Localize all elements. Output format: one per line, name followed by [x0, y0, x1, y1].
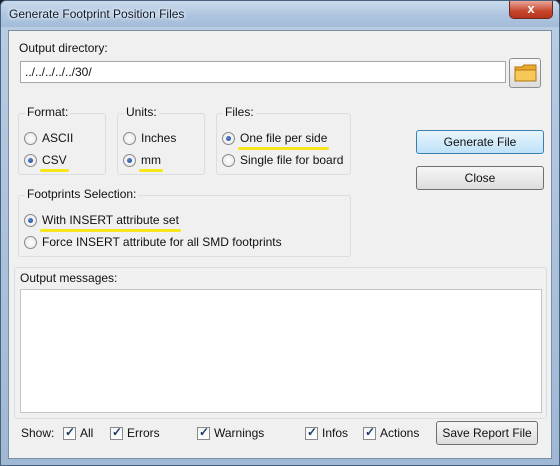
generate-file-button[interactable]: Generate File	[416, 130, 544, 154]
units-group: Units: Inches mm	[117, 105, 205, 175]
units-option-inches[interactable]: Inches	[123, 131, 176, 145]
infos-checkbox[interactable]	[305, 425, 318, 440]
window-title: Generate Footprint Position Files	[9, 7, 185, 21]
insert-attribute-label: With INSERT attribute set	[40, 213, 181, 232]
units-group-title: Units:	[124, 105, 159, 119]
mm-radio[interactable]	[123, 153, 136, 167]
all-checkbox[interactable]	[63, 425, 76, 440]
all-label: All	[80, 426, 94, 440]
single-file-label: Single file for board	[240, 153, 344, 167]
dialog-body: Output directory: ../../../../../30/ For…	[8, 30, 552, 459]
filter-all[interactable]: All	[63, 425, 94, 440]
mm-label: mm	[139, 153, 163, 172]
format-option-csv[interactable]: CSV	[24, 153, 69, 172]
title-bar[interactable]: Generate Footprint Position Files x	[1, 1, 559, 27]
inches-radio[interactable]	[123, 131, 136, 145]
csv-radio[interactable]	[24, 153, 37, 167]
force-insert-label: Force INSERT attribute for all SMD footp…	[42, 235, 282, 249]
infos-label: Infos	[322, 426, 349, 440]
warnings-checkbox[interactable]	[197, 425, 210, 440]
files-group-title: Files:	[223, 105, 256, 119]
actions-checkbox[interactable]	[363, 425, 376, 440]
errors-checkbox[interactable]	[110, 425, 123, 440]
format-group: Format: ASCII CSV	[18, 105, 106, 175]
format-option-ascii[interactable]: ASCII	[24, 131, 73, 145]
save-report-button[interactable]: Save Report File	[436, 421, 538, 445]
filter-actions[interactable]: Actions	[363, 425, 420, 440]
output-directory-input[interactable]: ../../../../../30/	[20, 61, 506, 83]
footprints-selection-group: Footprints Selection: With INSERT attrib…	[18, 187, 351, 257]
warnings-label: Warnings	[214, 426, 265, 440]
output-messages-panel[interactable]	[20, 289, 542, 413]
footprints-option-force-insert[interactable]: Force INSERT attribute for all SMD footp…	[24, 235, 282, 249]
csv-label: CSV	[40, 153, 69, 172]
files-group: Files: One file per side Single file for…	[216, 105, 351, 175]
close-button[interactable]: Close	[416, 166, 544, 190]
browse-folder-button[interactable]	[509, 58, 541, 88]
one-file-per-side-radio[interactable]	[222, 131, 235, 145]
actions-label: Actions	[380, 426, 420, 440]
window-close-button[interactable]: x	[509, 1, 553, 19]
force-insert-radio[interactable]	[24, 235, 37, 249]
one-file-per-side-label: One file per side	[237, 131, 330, 150]
errors-label: Errors	[127, 426, 160, 440]
files-option-one-per-side[interactable]: One file per side	[222, 131, 330, 150]
output-messages-label: Output messages:	[20, 271, 118, 285]
output-directory-label: Output directory:	[19, 41, 108, 55]
filter-errors[interactable]: Errors	[110, 425, 160, 440]
inches-label: Inches	[141, 131, 177, 145]
units-option-mm[interactable]: mm	[123, 153, 163, 172]
dialog-window: Generate Footprint Position Files x Outp…	[0, 0, 560, 466]
single-file-radio[interactable]	[222, 153, 235, 167]
ascii-radio[interactable]	[24, 131, 37, 145]
footprints-selection-title: Footprints Selection:	[25, 187, 139, 201]
show-label: Show:	[21, 426, 55, 440]
filter-infos[interactable]: Infos	[305, 425, 349, 440]
format-group-title: Format:	[25, 105, 71, 119]
folder-icon	[514, 64, 537, 82]
footprints-option-insert-attr[interactable]: With INSERT attribute set	[24, 213, 181, 232]
files-option-single[interactable]: Single file for board	[222, 153, 343, 167]
ascii-label: ASCII	[42, 131, 74, 145]
filter-warnings[interactable]: Warnings	[197, 425, 265, 440]
insert-attribute-radio[interactable]	[24, 213, 37, 227]
